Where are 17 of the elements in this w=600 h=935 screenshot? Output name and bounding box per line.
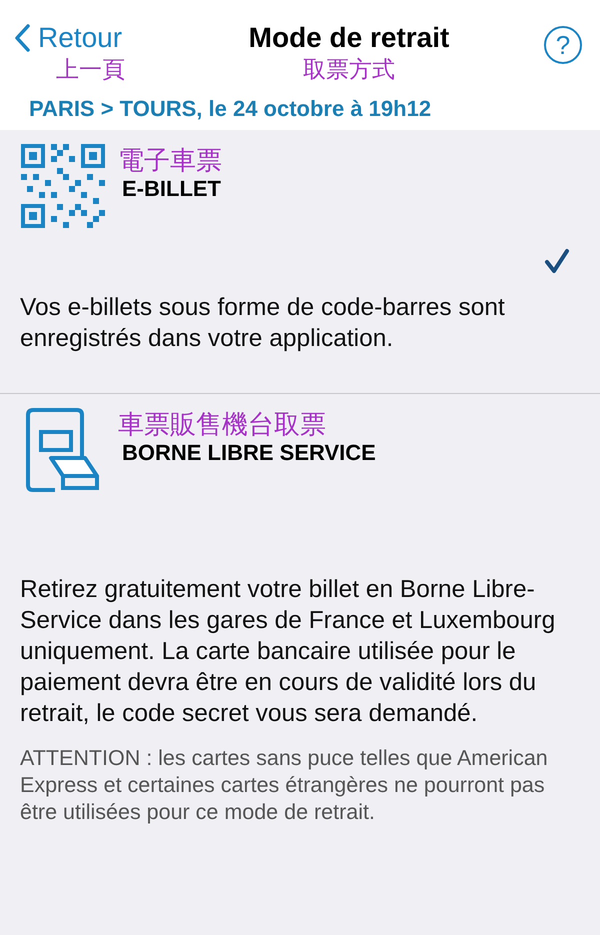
option-label: BORNE LIBRE SERVICE — [122, 440, 376, 466]
annotation-text: 取票方式 — [303, 55, 395, 84]
route-text: PARIS > TOURS, le 24 octobre à 19h12 — [28, 96, 432, 122]
annotation-text: 電子車票 — [118, 144, 222, 176]
description-text: Retirez gratuitement votre billet en Borne Libre-Service dans les gares de France et Luxembourg uniquement. La carte bancaire utilisée pour le paiement devra être en cours de validité lors du retrait, le code secret vous sera demandé. — [20, 575, 556, 729]
warning-text: ATTENTION : les cartes sans puce telles que American Express et certaines cartes étrangères ne pourront pas être utilisées pour ce mode de retrait. — [20, 745, 549, 826]
ticket-machine-icon — [25, 408, 101, 492]
screen-title: Mode de retrait — [248, 22, 450, 54]
back-button[interactable]: Retour — [14, 22, 122, 54]
annotation-text: 上一頁 — [56, 55, 125, 84]
help-button[interactable]: ? — [544, 26, 582, 64]
description-text: Vos e-billets sous forme de code-barres sont enregistrés dans votre application. — [20, 293, 506, 354]
option-label: E-BILLET — [122, 176, 222, 202]
qr-code-icon — [21, 144, 105, 228]
option-panel[interactable]: 電子車票 E-BILLET Vos e-billets sous forme de code-barres sont enregistrés dans votre application. — [0, 130, 600, 394]
annotation-text: 車票販售機台取票 — [118, 408, 327, 440]
back-chevron-icon — [14, 24, 30, 52]
